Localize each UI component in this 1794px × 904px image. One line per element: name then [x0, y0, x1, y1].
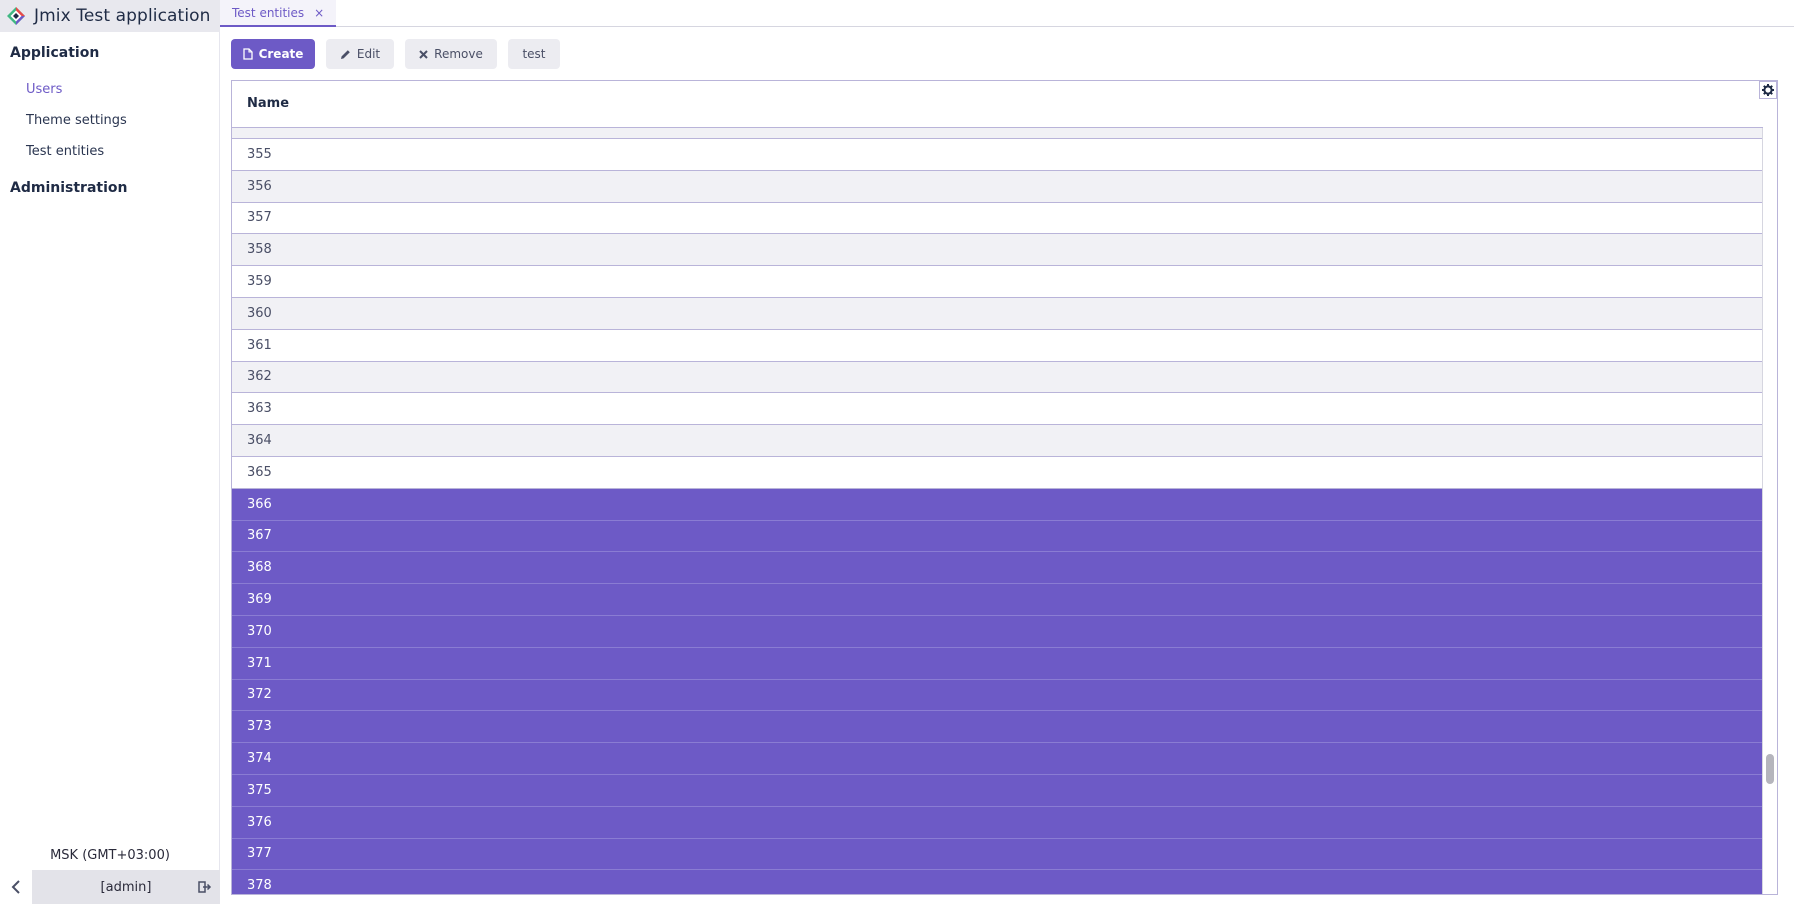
edit-label: Edit — [356, 47, 381, 61]
scrollbar-thumb[interactable] — [1766, 754, 1774, 784]
test-button[interactable]: test — [508, 39, 560, 69]
cell-name: 357 — [247, 210, 272, 226]
table-row[interactable]: 359 — [232, 266, 1763, 298]
cell-name: 362 — [247, 369, 272, 385]
table-row[interactable]: 366 — [232, 488, 1763, 521]
table-row[interactable]: 356 — [232, 170, 1763, 203]
remove-label: Remove — [434, 47, 483, 61]
remove-button[interactable]: Remove — [405, 39, 497, 69]
timezone-label: MSK (GMT+03:00) — [50, 848, 170, 863]
table-row[interactable]: 367 — [232, 520, 1763, 553]
table-row[interactable]: 377 — [232, 838, 1763, 871]
table-row[interactable]: 372 — [232, 679, 1763, 712]
cell-name: 372 — [247, 687, 272, 703]
tab-label: Test entities — [232, 5, 305, 20]
create-button[interactable]: Create — [231, 39, 315, 69]
file-icon — [242, 48, 253, 60]
cell-name: 364 — [247, 433, 272, 449]
user-bar: [admin] — [0, 870, 220, 904]
user-indicator[interactable]: [admin] — [32, 870, 220, 904]
jmix-logo-icon — [7, 7, 25, 25]
cell-name: 373 — [247, 719, 272, 735]
entities-table: Name 355 356 357 358 359 360 361 362 363 364 365 36… — [231, 80, 1778, 895]
table-row[interactable]: 376 — [232, 806, 1763, 839]
menu-item-users[interactable]: Users — [26, 82, 62, 97]
table-row[interactable]: 355 — [232, 139, 1763, 171]
cell-name: 375 — [247, 782, 272, 798]
app-title: Jmix Test application — [34, 6, 211, 26]
cell-name: 377 — [247, 846, 272, 862]
menu-group-application[interactable]: Application — [10, 45, 99, 61]
table-row[interactable]: 378 — [232, 870, 1763, 894]
table-scrollbar[interactable] — [1762, 128, 1777, 894]
table-row[interactable]: 369 — [232, 584, 1763, 616]
app-header: Jmix Test application — [0, 0, 220, 32]
table-row[interactable]: 357 — [232, 202, 1763, 235]
column-header-name[interactable]: Name — [247, 96, 289, 111]
table-row[interactable]: 368 — [232, 552, 1763, 585]
tab-bar: Test entities × — [220, 0, 1794, 27]
test-label: test — [522, 47, 546, 61]
cell-name: 370 — [247, 623, 272, 639]
cell-name: 369 — [247, 592, 272, 608]
close-icon[interactable]: × — [314, 6, 324, 20]
tab-test-entities[interactable]: Test entities × — [220, 0, 337, 27]
create-label: Create — [258, 47, 304, 61]
cell-name: 360 — [247, 305, 272, 321]
table-row[interactable]: 364 — [232, 425, 1763, 457]
menu-item-test-entities[interactable]: Test entities — [26, 144, 104, 159]
table-row[interactable]: 358 — [232, 234, 1763, 267]
pencil-icon — [340, 49, 350, 59]
table-row[interactable]: 371 — [232, 647, 1763, 680]
collapse-menu-button[interactable] — [0, 870, 32, 904]
user-name: [admin] — [100, 879, 152, 895]
chevron-left-icon — [11, 880, 20, 894]
table-row[interactable]: 373 — [232, 711, 1763, 744]
table-row[interactable]: 370 — [232, 615, 1763, 648]
sidebar: Jmix Test application Application Users … — [0, 0, 220, 904]
table-row[interactable]: 360 — [232, 297, 1763, 330]
cell-name: 374 — [247, 751, 272, 767]
cross-icon — [419, 49, 428, 59]
cell-name: 365 — [247, 464, 272, 480]
table-row[interactable]: 375 — [232, 774, 1763, 807]
table-row[interactable]: 374 — [232, 743, 1763, 775]
table-row[interactable]: 363 — [232, 393, 1763, 426]
menu-group-administration[interactable]: Administration — [10, 180, 127, 196]
cell-name: 359 — [247, 274, 272, 290]
cell-name: 371 — [247, 655, 272, 671]
cell-name: 376 — [247, 814, 272, 830]
cell-name: 378 — [247, 878, 272, 894]
table-header: Name — [232, 81, 1763, 128]
menu-item-theme-settings[interactable]: Theme settings — [26, 113, 127, 128]
cell-name: 363 — [247, 401, 272, 417]
cell-name: 355 — [247, 146, 272, 162]
cell-name: 358 — [247, 242, 272, 258]
table-settings-button[interactable] — [1759, 81, 1777, 99]
partial-row — [232, 128, 1763, 139]
cell-name: 366 — [247, 496, 272, 512]
gear-icon — [1762, 84, 1774, 96]
cell-name: 367 — [247, 528, 272, 544]
cell-name: 356 — [247, 178, 272, 194]
table-row[interactable]: 365 — [232, 456, 1763, 489]
table-row[interactable]: 362 — [232, 361, 1763, 394]
cell-name: 368 — [247, 560, 272, 576]
logout-icon[interactable] — [198, 880, 212, 894]
table-row[interactable]: 361 — [232, 329, 1763, 362]
table-body: 355 356 357 358 359 360 361 362 363 364 365 366 367 3… — [232, 139, 1763, 894]
cell-name: 361 — [247, 337, 272, 353]
edit-button[interactable]: Edit — [326, 39, 394, 69]
